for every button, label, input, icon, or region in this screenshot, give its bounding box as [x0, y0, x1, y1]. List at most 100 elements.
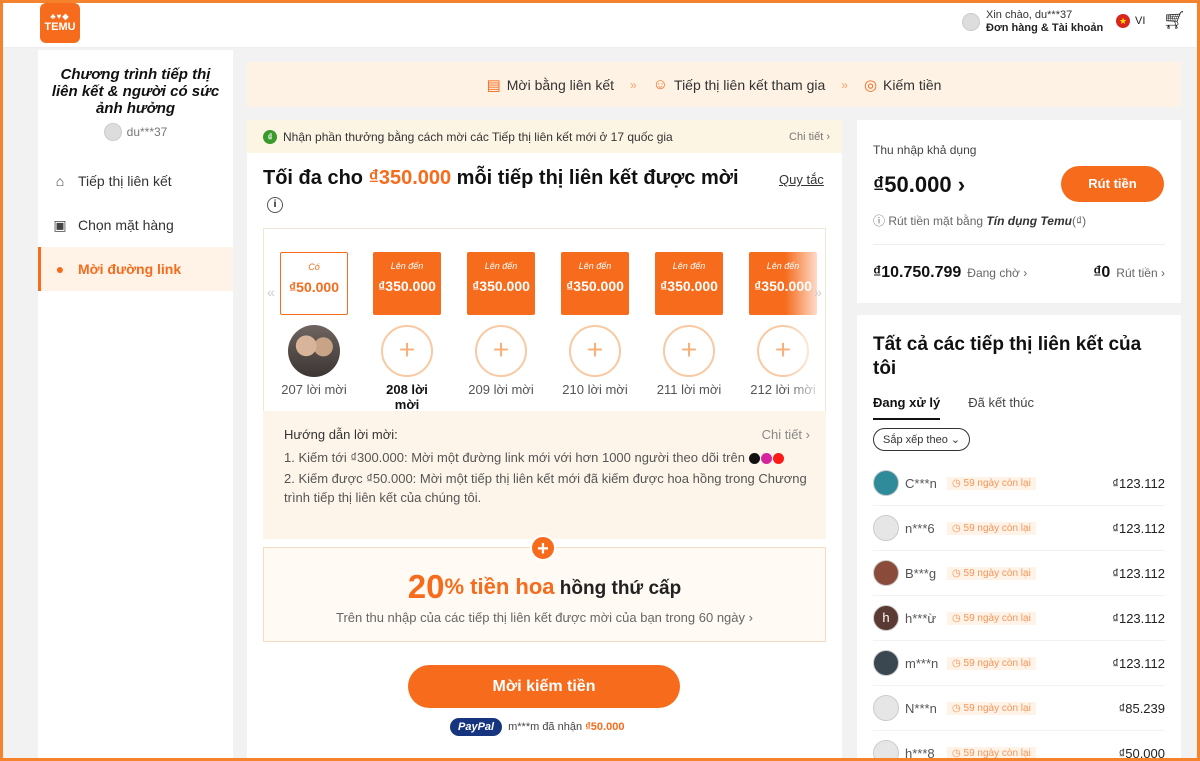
days-left-badge: 59 ngày còn lại	[947, 521, 1036, 535]
vietnam-flag-icon: ★	[1116, 14, 1130, 28]
affiliate-amount: ₫85.239	[1118, 700, 1165, 716]
sidebar-item-label: Chọn mặt hàng	[78, 217, 174, 233]
list-item[interactable]: C***n 59 ngày còn lại ₫123.112	[873, 461, 1165, 506]
list-item[interactable]: h h***ừ 59 ngày còn lại ₫123.112	[873, 596, 1165, 641]
top-header: ♣♥◆ TEMU Xin chào, du***37 Đơn hàng & Tà…	[0, 0, 1200, 48]
tier-item: Lên đến ₫350.000 + 210 lời mời	[561, 252, 629, 397]
payout-ticker: PayPal m***m đã nhận ₫50.000	[450, 718, 624, 736]
invite-guide: Hướng dẫn lời mời: Chi tiết › 1. Kiếm tớ…	[263, 411, 826, 539]
step-invite: ▤ Mời bằng liên kết	[487, 76, 614, 94]
affiliate-name: B***g	[905, 565, 937, 581]
account-label: Đơn hàng & Tài khoản	[986, 22, 1104, 34]
step-join: ☺ Tiếp thị liên kết tham gia	[653, 76, 826, 93]
pending-amount[interactable]: ₫10.750.799 Đang chờ ›	[873, 264, 1027, 282]
dollar-icon: ₫	[263, 129, 277, 144]
affiliate-amount: ₫123.112	[1112, 520, 1165, 536]
avatar	[873, 560, 899, 586]
tab-processing[interactable]: Đang xử lý	[873, 395, 941, 420]
list-item[interactable]: h***8 59 ngày còn lại ₫50.000	[873, 731, 1165, 761]
scroll-right-icon[interactable]: »	[811, 272, 825, 312]
guide-line-1: 1. Kiếm tới ₫300.000: Mời một đường link…	[284, 448, 810, 469]
list-item[interactable]: B***g 59 ngày còn lại ₫123.112	[873, 551, 1165, 596]
income-panel: Thu nhập khả dụng ₫50.000 › Rút tiền ⓘ R…	[857, 120, 1181, 303]
add-invite-icon[interactable]: +	[475, 325, 527, 377]
add-invite-icon[interactable]: +	[663, 325, 715, 377]
sidebar-item-affiliate[interactable]: ⌂ Tiếp thị liên kết	[38, 159, 233, 203]
days-left-badge: 59 ngày còn lại	[947, 656, 1036, 670]
sidebar-item-invite-link[interactable]: ● Mời đường link	[38, 247, 233, 291]
paypal-logo: PayPal	[450, 718, 503, 736]
payout-text: m***m đã nhận ₫50.000	[508, 721, 625, 733]
income-stats: ₫10.750.799 Đang chờ › ₫0 Rút tiền ›	[873, 264, 1165, 282]
avatar	[873, 695, 899, 721]
commission-subtext: Trên thu nhập của các tiếp thị liên kết …	[336, 610, 753, 625]
avatar: h	[873, 605, 899, 631]
steps-bar: ▤ Mời bằng liên kết » ☺ Tiếp thị liên kế…	[247, 62, 1181, 107]
account-menu[interactable]: Xin chào, du***37 Đơn hàng & Tài khoản	[962, 9, 1103, 35]
sidebar-item-choose-products[interactable]: ▣ Chọn mặt hàng	[38, 203, 233, 247]
guide-details-link[interactable]: Chi tiết ›	[762, 425, 810, 444]
language-code: VI	[1135, 15, 1146, 27]
tier-item: Có ₫50.000 207 lời mời	[280, 252, 348, 397]
affiliate-name: h***ừ	[905, 610, 937, 626]
tier-item: Lên đến ₫350.000 + 208 lời mời	[373, 252, 441, 411]
greeting-text: Xin chào, du***37	[986, 9, 1073, 21]
temu-logo[interactable]: ♣♥◆ TEMU	[40, 3, 80, 43]
divider	[873, 244, 1165, 245]
sidebar-item-label: Mời đường link	[78, 261, 182, 277]
avatar	[873, 650, 899, 676]
step-earn: ◎ Kiếm tiền	[864, 76, 941, 94]
document-icon: ▤	[486, 76, 501, 94]
available-balance[interactable]: ₫50.000 ›	[873, 172, 965, 198]
guide-line-2: 2. Kiếm được ₫50.000: Mời một tiếp thị l…	[284, 471, 807, 505]
step-label: Kiếm tiền	[883, 76, 942, 93]
banner-details-link[interactable]: Chi tiết ›	[789, 131, 830, 143]
affiliates-tabs: Đang xử lý Đã kết thúc	[873, 395, 1165, 420]
chevron-double-icon: »	[841, 77, 848, 92]
list-item[interactable]: m***n 59 ngày còn lại ₫123.112	[873, 641, 1165, 686]
affiliate-name: h***8	[905, 745, 935, 761]
home-icon: ⌂	[55, 173, 65, 189]
affiliates-title: Tất cả các tiếp thị liên kết của tôi	[873, 334, 1142, 379]
step-label: Mời bằng liên kết	[506, 76, 615, 93]
reward-banner[interactable]: ₫ Nhận phần thưởng bằng cách mời các Tiế…	[247, 120, 842, 153]
days-left-badge: 59 ngày còn lại	[947, 476, 1036, 490]
plus-icon: +	[530, 535, 556, 561]
language-selector[interactable]: ★ VI	[1116, 14, 1145, 28]
reward-tiers: « Có ₫50.000 207 lời mời Lên đến ₫350.000 …	[263, 228, 826, 411]
money-bag-icon: ◎	[863, 76, 878, 94]
scroll-left-icon[interactable]: «	[264, 272, 278, 312]
commission-headline: 20% tiền hoa hồng thứ cấp	[407, 568, 682, 605]
affiliate-amount: ₫123.112	[1112, 655, 1165, 671]
days-left-badge: 59 ngày còn lại	[947, 701, 1036, 715]
withdraw-button[interactable]: Rút tiền	[1061, 166, 1164, 202]
tier-item: Lên đến ₫350.000 + 211 lời mời	[655, 252, 723, 397]
list-item[interactable]: n***6 59 ngày còn lại ₫123.112	[873, 506, 1165, 551]
chevron-double-icon: »	[630, 77, 637, 92]
affiliate-amount: ₫123.112	[1112, 610, 1165, 626]
page-title: Tối đa cho ₫350.000 mỗi tiếp thị liên kế…	[263, 166, 743, 216]
affiliate-name: n***6	[905, 520, 935, 536]
days-left-badge: 59 ngày còn lại	[947, 566, 1036, 580]
avatar	[873, 470, 899, 496]
withdrawn-amount[interactable]: ₫0 Rút tiền ›	[1093, 264, 1165, 282]
commission-box[interactable]: 20% tiền hoa hồng thứ cấp Trên thu nhập …	[263, 547, 826, 642]
add-invite-icon[interactable]: +	[569, 325, 621, 377]
youtube-icon	[772, 453, 784, 464]
days-left-badge: 59 ngày còn lại	[947, 611, 1036, 625]
invite-earn-button[interactable]: Mời kiếm tiền	[408, 665, 680, 708]
add-invite-icon[interactable]: +	[381, 325, 433, 377]
list-item[interactable]: N***n 59 ngày còn lại ₫85.239	[873, 686, 1165, 731]
rules-link[interactable]: Quy tắc	[779, 172, 824, 187]
info-icon[interactable]: i	[267, 197, 283, 213]
cart-icon[interactable]: 🛒︎	[1163, 10, 1186, 31]
tab-ended[interactable]: Đã kết thúc	[968, 395, 1034, 420]
days-left-badge: 59 ngày còn lại	[947, 746, 1036, 760]
avatar	[873, 515, 899, 541]
affiliate-amount: ₫123.112	[1112, 475, 1165, 491]
sidebar-user: du***37	[38, 123, 233, 141]
affiliates-list: C***n 59 ngày còn lại ₫123.112 n***6 59 ngày…	[873, 461, 1165, 761]
tiktok-icon	[748, 453, 760, 464]
sort-dropdown[interactable]: Sắp xếp theo ⌄	[873, 428, 971, 451]
affiliate-amount: ₫123.112	[1112, 565, 1165, 581]
